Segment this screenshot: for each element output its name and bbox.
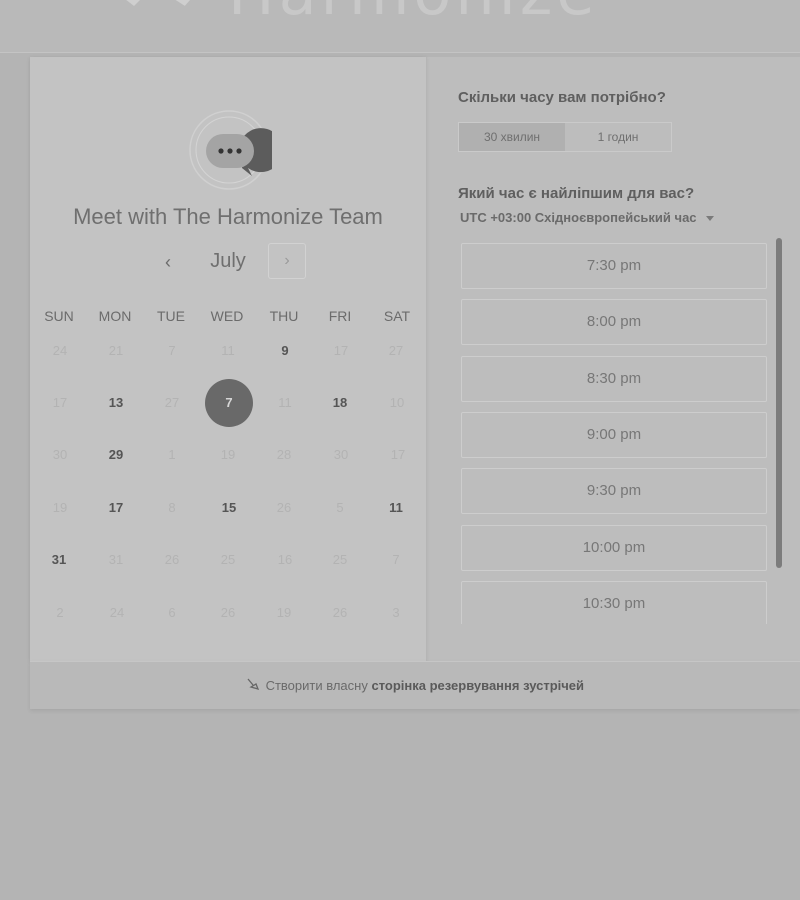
calendar-day: 24 xyxy=(52,343,68,358)
calendar-day-available[interactable]: 13 xyxy=(92,379,140,427)
time-slot-button[interactable]: 7:30 pm xyxy=(461,243,767,289)
calendar-day-available[interactable]: 11 xyxy=(372,484,420,532)
weekday-thu: THU xyxy=(269,308,299,324)
pointer-icon xyxy=(247,678,260,690)
calendar-day: 26 xyxy=(164,552,180,567)
calendar-day-available[interactable]: 15 xyxy=(205,484,253,532)
calendar-day: 1 xyxy=(168,447,176,462)
time-slot-button[interactable]: 9:00 pm xyxy=(461,412,767,458)
calendar-day: 21 xyxy=(108,343,124,358)
weekday-sat: SAT xyxy=(383,308,411,324)
time-slot-list[interactable]: 7:30 pm 8:00 pm 8:30 pm 9:00 pm 9:30 pm … xyxy=(461,243,770,624)
calendar-day-available[interactable]: 17 xyxy=(92,484,140,532)
time-slot-button[interactable]: 10:00 pm xyxy=(461,525,767,571)
calendar-day: 16 xyxy=(277,552,293,567)
calendar-day: 31 xyxy=(108,552,124,567)
calendar-day: 11 xyxy=(221,343,235,358)
top-bar: Harmonize xyxy=(0,0,800,53)
duration-option-1hour[interactable]: 1 годин xyxy=(565,123,671,151)
calendar-day: 5 xyxy=(336,500,344,515)
calendar-day: 26 xyxy=(220,605,236,620)
calendar-day: 17 xyxy=(52,395,68,410)
calendar-day: 7 xyxy=(392,552,400,567)
calendar-day-available[interactable]: 9 xyxy=(261,327,309,375)
calendar-day: 19 xyxy=(276,605,292,620)
calendar-day-selected[interactable]: 7 xyxy=(205,379,253,427)
calendar-day-available[interactable]: 31 xyxy=(35,536,83,584)
duration-toggle: 30 хвилин 1 годин xyxy=(458,122,672,152)
footer-prefix: Створити власну xyxy=(265,678,368,693)
time-slot-button[interactable]: 10:30 pm xyxy=(461,581,767,624)
calendar-day: 17 xyxy=(390,447,406,462)
calendar-day: 26 xyxy=(276,500,292,515)
calendar-day-available[interactable]: 29 xyxy=(92,431,140,479)
time-slot-scrollbar[interactable] xyxy=(776,238,782,568)
harmonize-logo-icon xyxy=(126,0,191,6)
prev-month-button[interactable]: ‹ xyxy=(154,248,182,276)
weekday-sun: SUN xyxy=(44,308,74,324)
weekday-mon: MON xyxy=(98,308,132,324)
calendar-day: 26 xyxy=(332,605,348,620)
weekday-wed: WED xyxy=(210,308,244,324)
calendar-day-available[interactable]: 18 xyxy=(316,379,364,427)
calendar-day: 30 xyxy=(52,447,68,462)
timezone-name: Східноєвропейський час xyxy=(534,210,697,225)
footer-bar: Створити власну сторінка резервування зу… xyxy=(30,661,800,709)
chat-bubble-logo-icon xyxy=(189,110,272,190)
calendar-day: 24 xyxy=(109,605,125,620)
calendar-day: 11 xyxy=(278,395,292,410)
duration-option-30min[interactable]: 30 хвилин xyxy=(459,123,565,151)
timezone-dropdown[interactable]: UTC +03:00 Східноєвропейський час xyxy=(460,210,715,225)
meeting-title: Meet with The Harmonize Team xyxy=(73,204,383,229)
calendar-day: 19 xyxy=(220,447,236,462)
time-slot-button[interactable]: 8:00 pm xyxy=(461,299,767,345)
next-month-button[interactable]: › xyxy=(268,243,306,279)
create-booking-page-link[interactable]: сторінка резервування зустрічей xyxy=(371,678,584,693)
timezone-offset: UTC +03:00 xyxy=(460,210,532,225)
calendar-day: 25 xyxy=(220,552,236,567)
weekday-fri: FRI xyxy=(328,308,352,324)
time-slot-button[interactable]: 8:30 pm xyxy=(461,356,767,402)
calendar-day: 6 xyxy=(168,605,176,620)
panel-divider xyxy=(426,57,427,661)
calendar-day: 27 xyxy=(164,395,180,410)
time-question: Який час є найліпшим для вас? xyxy=(458,185,695,202)
calendar-day: 19 xyxy=(52,500,68,515)
calendar-day: 8 xyxy=(168,500,176,515)
calendar-day: 3 xyxy=(392,605,400,620)
calendar-day: 25 xyxy=(332,552,348,567)
duration-question: Скільки часу вам потрібно? xyxy=(458,89,666,106)
brand-wordmark: Harmonize xyxy=(228,0,599,29)
calendar-day: 2 xyxy=(56,605,64,620)
calendar-day: 30 xyxy=(333,447,349,462)
time-slot-button[interactable]: 9:30 pm xyxy=(461,468,767,514)
month-label: July xyxy=(210,250,246,272)
calendar-day: 7 xyxy=(168,343,176,358)
calendar-day: 17 xyxy=(333,343,349,358)
calendar-day: 28 xyxy=(276,447,292,462)
footer-text: Створити власну сторінка резервування зу… xyxy=(30,678,800,693)
weekday-tue: TUE xyxy=(157,308,185,324)
chevron-down-icon xyxy=(706,216,715,222)
calendar-day: 10 xyxy=(389,395,405,410)
calendar-day: 27 xyxy=(388,343,404,358)
